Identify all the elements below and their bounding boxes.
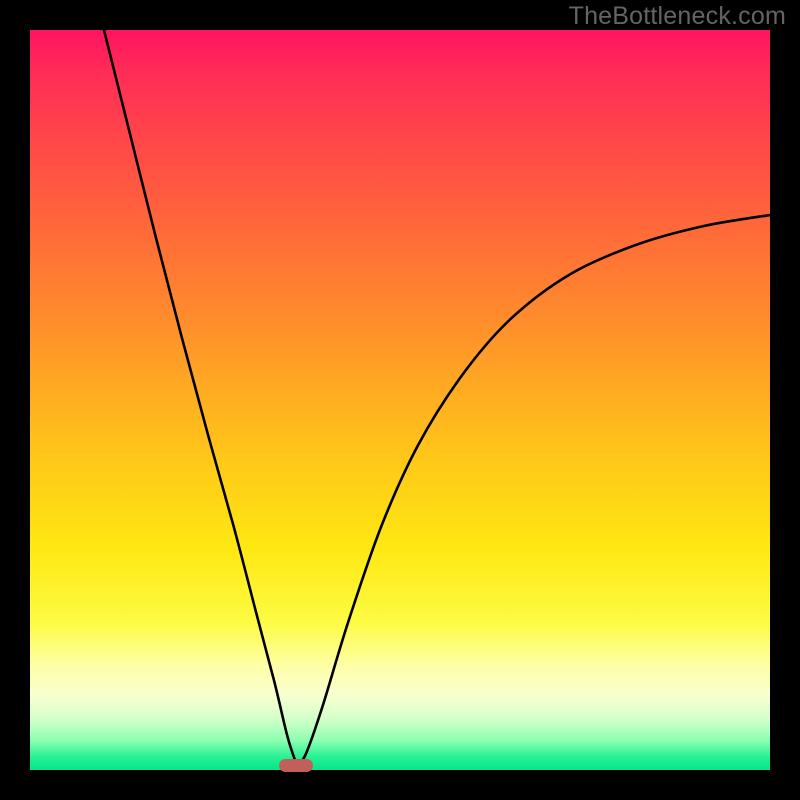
minimum-marker (279, 759, 313, 772)
curve-path (104, 30, 770, 764)
chart-frame: TheBottleneck.com (0, 0, 800, 800)
bottleneck-curve (30, 30, 770, 770)
watermark-text: TheBottleneck.com (569, 2, 786, 31)
plot-area (30, 30, 770, 770)
